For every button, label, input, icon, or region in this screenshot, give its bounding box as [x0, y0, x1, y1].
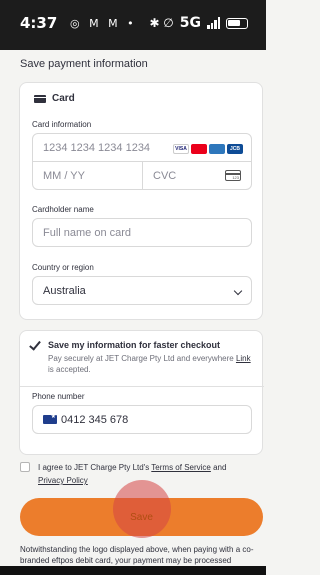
- phone-value: 0412 345 678: [61, 413, 129, 426]
- phone-number-label: Phone number: [32, 392, 85, 401]
- save-button-label: Save: [130, 511, 153, 523]
- link-link[interactable]: Link: [236, 354, 251, 363]
- card-number-placeholder: 1234 1234 1234 1234: [43, 141, 151, 154]
- save-info-description: Pay securely at JET Charge Pty Ltd and e…: [48, 354, 251, 374]
- country-select[interactable]: Australia: [32, 276, 252, 305]
- status-bar: 4:37 ◎ M M • ✱ ∅ 5G: [0, 0, 266, 50]
- cardholder-name-input[interactable]: Full name on card: [32, 218, 252, 247]
- page-title: Save payment information: [20, 58, 148, 70]
- notification-icons: ◎ M M •: [70, 17, 137, 30]
- save-info-label: Save my information for faster checkout: [48, 340, 221, 350]
- navigation-bar: [0, 566, 266, 575]
- battery-icon: [226, 17, 248, 29]
- cvc-placeholder: CVC: [153, 169, 177, 182]
- credit-card-icon: [34, 94, 46, 103]
- signal-icon: [207, 17, 220, 29]
- status-time: 4:37: [20, 14, 58, 32]
- save-info-panel: Save my information for faster checkout …: [19, 330, 264, 455]
- country-value: Australia: [43, 284, 86, 297]
- save-button[interactable]: Save: [20, 498, 263, 536]
- card-tab[interactable]: Card: [34, 93, 75, 104]
- cvc-input[interactable]: CVC 123: [142, 161, 252, 190]
- card-number-input[interactable]: 1234 1234 1234 1234 VISA JCB: [32, 133, 252, 162]
- card-brand-logos: VISA JCB: [173, 144, 243, 154]
- status-right-group: ✱ ∅ 5G: [149, 15, 248, 31]
- footer-note: Notwithstanding the logo displayed above…: [20, 545, 254, 565]
- bluetooth-mute-icons: ✱ ∅: [149, 16, 174, 30]
- divider: [20, 386, 264, 387]
- card-tab-label: Card: [52, 93, 75, 104]
- card-payment-panel: Card Card information 1234 1234 1234 123…: [19, 82, 263, 320]
- card-information-label: Card information: [32, 120, 92, 129]
- chevron-down-icon: [233, 286, 243, 296]
- phone-number-input[interactable]: 0412 345 678: [32, 405, 252, 434]
- amex-icon: [209, 144, 225, 154]
- australia-flag-icon: [43, 413, 57, 424]
- country-label: Country or region: [32, 263, 94, 272]
- terms-text: I agree to JET Charge Pty Ltd's Terms of…: [38, 463, 227, 485]
- cardholder-name-label: Cardholder name: [32, 205, 94, 214]
- mastercard-icon: [191, 144, 207, 154]
- jcb-icon: JCB: [227, 144, 243, 154]
- terms-checkbox[interactable]: [20, 462, 30, 472]
- expiry-placeholder: MM / YY: [43, 169, 85, 182]
- privacy-policy-link[interactable]: Privacy Policy: [38, 476, 88, 485]
- cardholder-placeholder: Full name on card: [43, 226, 132, 239]
- cvc-card-icon: 123: [225, 170, 241, 181]
- save-info-checkbox[interactable]: [29, 338, 41, 351]
- terms-of-service-link[interactable]: Terms of Service: [151, 463, 211, 472]
- visa-icon: VISA: [173, 144, 189, 154]
- network-type-label: 5G: [179, 15, 201, 31]
- expiry-input[interactable]: MM / YY: [32, 161, 143, 190]
